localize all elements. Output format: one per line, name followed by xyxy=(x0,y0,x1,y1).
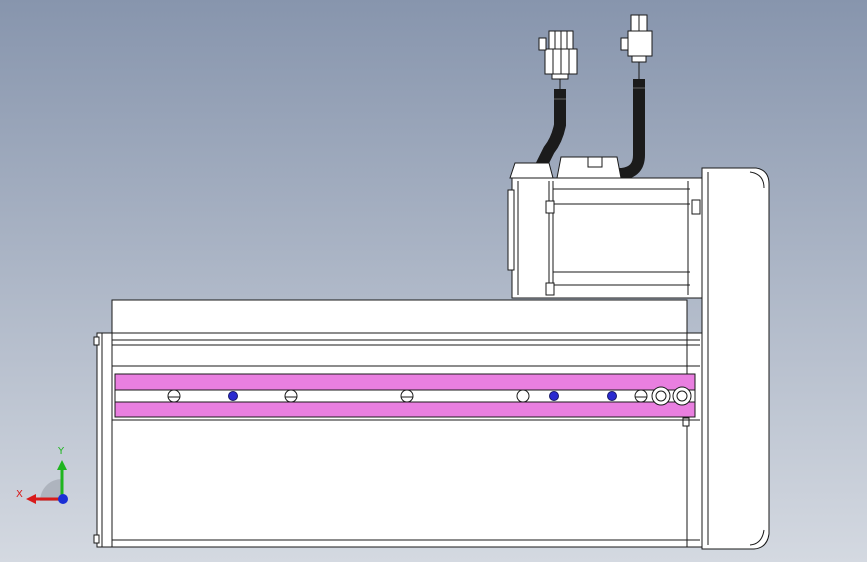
screw-head xyxy=(400,389,414,403)
cad-drawing: Y X xyxy=(0,0,867,562)
z-axis-dot xyxy=(58,494,68,504)
screw-head xyxy=(284,389,298,403)
linear-actuator-body[interactable] xyxy=(93,299,703,548)
servo-motor[interactable] xyxy=(507,156,703,299)
position-marker xyxy=(549,391,559,401)
motor-end-plate[interactable] xyxy=(701,167,770,550)
bearing-bore xyxy=(676,390,688,402)
y-axis-label: Y xyxy=(57,446,65,457)
position-marker xyxy=(607,391,617,401)
x-axis-label: X xyxy=(16,489,23,500)
screw-head xyxy=(516,389,530,403)
screw-head xyxy=(634,389,648,403)
bearing-bore xyxy=(655,390,667,402)
screw-head xyxy=(167,389,181,403)
position-marker xyxy=(228,391,238,401)
cad-viewport[interactable]: Y X xyxy=(0,0,867,562)
